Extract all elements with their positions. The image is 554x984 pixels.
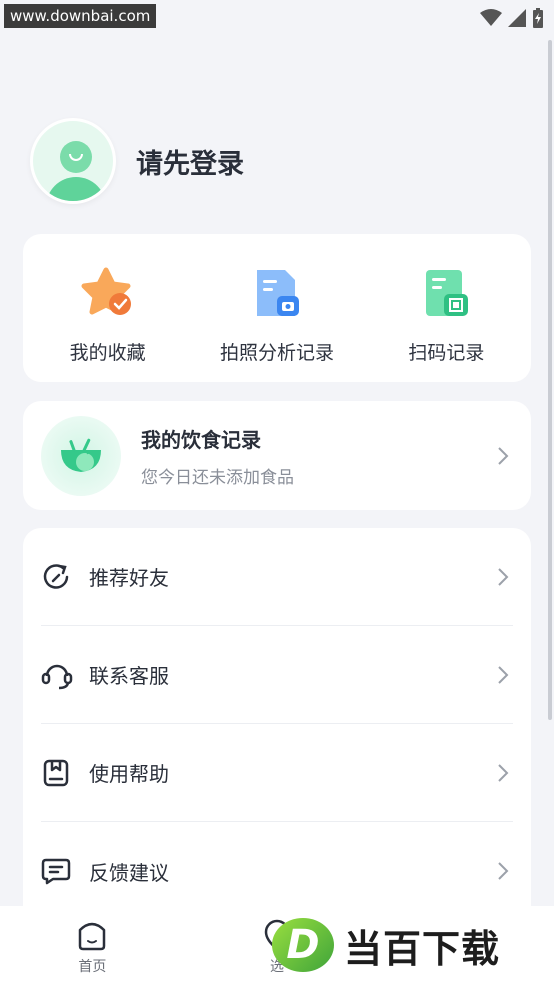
message-icon	[41, 856, 77, 886]
shortcut-label: 拍照分析记录	[219, 342, 334, 364]
menu-item-label: 推荐好友	[89, 566, 169, 590]
diet-title: 我的饮食记录	[141, 427, 261, 452]
diet-record-card[interactable]: 我的饮食记录 您今日还未添加食品	[23, 401, 531, 510]
shortcut-label: 扫码记录	[408, 342, 485, 364]
shortcut-photo-records[interactable]: 拍照分析记录	[192, 266, 361, 382]
chevron-right-icon	[493, 861, 513, 881]
shortcut-scan-records[interactable]: 扫码记录	[362, 266, 531, 382]
nav-label: 首页	[78, 959, 107, 975]
login-prompt[interactable]: 请先登录	[136, 142, 244, 181]
home-face-icon	[79, 922, 106, 951]
menu-item-label: 反馈建议	[89, 860, 169, 885]
chevron-right-icon	[493, 446, 513, 466]
diet-subtitle: 您今日还未添加食品	[141, 467, 294, 488]
food-bowl-icon	[41, 415, 121, 496]
shortcut-label: 我的收藏	[69, 342, 146, 364]
battery-icon	[533, 8, 543, 28]
settings-menu-card: 推荐好友 联系客服 使用帮助 反馈建议	[23, 528, 531, 928]
watermark-d-logo: D	[272, 918, 334, 972]
headset-icon	[41, 660, 77, 690]
chevron-right-icon	[493, 665, 513, 685]
wifi-icon	[480, 9, 502, 26]
star-check-icon	[80, 266, 136, 322]
diet-text: 我的饮食记录 您今日还未添加食品	[141, 424, 493, 488]
signal-icon	[508, 9, 526, 27]
menu-item-label: 使用帮助	[89, 762, 169, 786]
menu-item-help[interactable]: 使用帮助	[41, 724, 513, 822]
watermark-logo: D 当百下载	[272, 915, 548, 975]
nav-home[interactable]: 首页	[0, 906, 185, 984]
menu-item-contact-support[interactable]: 联系客服	[41, 626, 513, 724]
photo-doc-icon	[249, 266, 305, 322]
share-refresh-icon	[41, 562, 77, 592]
avatar[interactable]	[30, 118, 116, 204]
menu-item-recommend-friends[interactable]: 推荐好友	[41, 528, 513, 626]
status-bar	[480, 8, 544, 28]
scan-doc-icon	[418, 266, 474, 322]
shortcuts-card: 我的收藏 拍照分析记录 扫码记录	[23, 234, 531, 382]
profile-header[interactable]: 请先登录	[30, 118, 244, 204]
watermark-text: 当百下载	[344, 926, 501, 971]
chevron-right-icon	[493, 567, 513, 587]
shortcut-favorites[interactable]: 我的收藏	[23, 266, 192, 382]
bookmark-book-icon	[41, 758, 77, 788]
scrollbar[interactable]	[548, 40, 552, 720]
chevron-right-icon	[493, 763, 513, 783]
menu-item-label: 联系客服	[89, 664, 169, 688]
watermark-url: www.downbai.com	[4, 4, 157, 28]
